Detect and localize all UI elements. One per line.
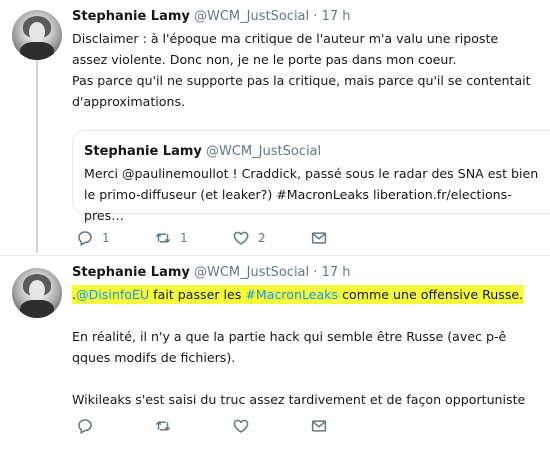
- retweet-icon: [155, 233, 171, 243]
- mention-link[interactable]: @DisinfoEU: [76, 287, 149, 302]
- like-button[interactable]: 2: [232, 229, 310, 247]
- author-name[interactable]: Stephanie Lamy: [72, 9, 190, 24]
- retweet-button[interactable]: [154, 417, 232, 435]
- like-icon: [233, 419, 249, 433]
- like-count: 2: [258, 231, 266, 245]
- text-segment: comme une offensive Russe.: [338, 287, 524, 302]
- reply-icon: [78, 231, 92, 247]
- tweet[interactable]: Stephanie Lamy @WCM_JustSocial · 17 h .@…: [72, 264, 550, 410]
- tweet-text-line: Wikileaks s'est saisi du truc assez tard…: [72, 392, 526, 407]
- tweet-actions: [76, 417, 388, 435]
- share-button[interactable]: [310, 229, 388, 247]
- share-button[interactable]: [310, 417, 388, 435]
- like-button[interactable]: [232, 417, 310, 435]
- retweet-count: 1: [180, 231, 188, 245]
- reply-button[interactable]: [76, 417, 154, 435]
- tweet-time[interactable]: 17 h: [322, 9, 351, 24]
- reply-count: 1: [102, 231, 110, 245]
- tweet-time[interactable]: 17 h: [322, 265, 351, 280]
- quoted-hashtag: #MacronLeaks: [276, 187, 369, 202]
- tweet-header: Stephanie Lamy @WCM_JustSocial · 17 h: [72, 264, 550, 282]
- thread-line: [36, 60, 38, 253]
- highlighted-text: .@DisinfoEU fait passer les #MacronLeaks…: [72, 285, 524, 304]
- tweet-text-line: Disclaimer : à l'époque ma critique de l…: [72, 31, 499, 67]
- tweet-header: Stephanie Lamy @WCM_JustSocial · 17 h: [72, 8, 550, 26]
- author-handle[interactable]: @WCM_JustSocial: [194, 9, 309, 24]
- tweet-text: .@DisinfoEU fait passer les #MacronLeaks…: [72, 284, 542, 410]
- author-name[interactable]: Stephanie Lamy: [72, 265, 190, 280]
- quoted-author-name: Stephanie Lamy: [84, 144, 202, 159]
- like-icon: [233, 231, 249, 245]
- share-icon: [311, 232, 327, 244]
- text-segment: fait passer les: [149, 287, 246, 302]
- reply-button[interactable]: 1: [76, 229, 154, 247]
- separator: ·: [313, 9, 318, 24]
- separator: ·: [313, 265, 318, 280]
- quoted-tweet-text: Merci @paulinemoullot ! Craddick, passé …: [84, 163, 544, 226]
- reply-icon: [78, 419, 92, 435]
- tweet-actions: 1 1 2: [76, 229, 388, 247]
- tweet[interactable]: Stephanie Lamy @WCM_JustSocial · 17 h Di…: [72, 8, 550, 112]
- tweet-text-line: Pas parce qu'il ne supporte pas la criti…: [72, 73, 531, 109]
- hashtag-link[interactable]: #MacronLeaks: [245, 287, 338, 302]
- tweet-divider: [0, 255, 550, 256]
- author-handle[interactable]: @WCM_JustSocial: [194, 265, 309, 280]
- quoted-tweet-header: Stephanie Lamy @WCM_JustSocial: [84, 143, 550, 161]
- avatar[interactable]: [12, 10, 62, 60]
- share-icon: [311, 420, 327, 432]
- retweet-button[interactable]: 1: [154, 229, 232, 247]
- retweet-icon: [155, 421, 171, 431]
- avatar[interactable]: [12, 268, 62, 318]
- tweet-text-line: En réalité, il n'y a que la partie hack …: [72, 329, 507, 365]
- quoted-tweet[interactable]: Stephanie Lamy @WCM_JustSocial Merci @pa…: [72, 130, 550, 223]
- quoted-author-handle: @WCM_JustSocial: [206, 144, 322, 159]
- tweet-text: Disclaimer : à l'époque ma critique de l…: [72, 28, 532, 112]
- tweet-text-line: .@DisinfoEU fait passer les #MacronLeaks…: [72, 284, 542, 305]
